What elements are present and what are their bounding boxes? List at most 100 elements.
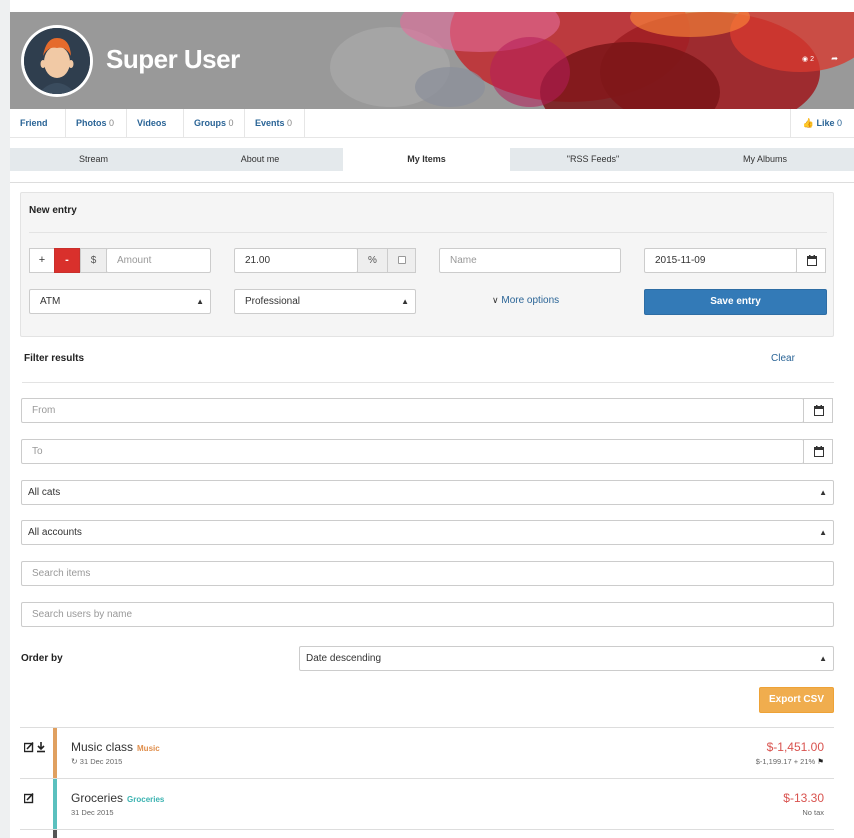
- order-select-value: Date descending: [306, 653, 382, 664]
- item-date: 31 Dec 2015: [71, 808, 114, 817]
- category-color-bar: [53, 728, 57, 779]
- to-date-input[interactable]: To: [21, 439, 804, 464]
- recurring-icon: ↻: [71, 757, 78, 766]
- select-arrows-icon: ▲: [196, 297, 204, 306]
- calendar-icon: [814, 446, 824, 457]
- like-label: Like: [816, 118, 835, 128]
- item-title[interactable]: Groceries Groceries: [71, 791, 164, 805]
- edit-icon[interactable]: [23, 792, 50, 804]
- order-by-label: Order by: [21, 653, 63, 664]
- category-color-bar: [53, 830, 57, 838]
- tab-my-albums[interactable]: My Albums: [676, 148, 854, 171]
- calendar-icon: [814, 405, 824, 416]
- item-amount: $-13.30: [783, 791, 824, 805]
- list-item[interactable]: [20, 829, 834, 838]
- thumbs-up-icon: 👍: [802, 118, 814, 128]
- tab-stream[interactable]: Stream: [10, 148, 177, 171]
- item-date: ↻ 31 Dec 2015: [71, 757, 122, 766]
- view-count: ◉ 2: [802, 55, 814, 63]
- item-amount: $-1,451.00: [766, 740, 824, 754]
- share-icon[interactable]: ➦: [831, 54, 838, 63]
- from-date-input[interactable]: From: [21, 398, 804, 423]
- stat-events[interactable]: Events 0: [245, 109, 305, 138]
- minus-button[interactable]: -: [54, 248, 80, 273]
- amount-input[interactable]: Amount: [106, 248, 211, 273]
- avatar[interactable]: [21, 25, 93, 97]
- edit-download-icons[interactable]: [23, 741, 50, 753]
- tab-rss-feeds[interactable]: "RSS Feeds": [510, 148, 676, 171]
- filter-title: Filter results: [24, 353, 85, 364]
- tax-checkbox[interactable]: [387, 248, 416, 273]
- new-entry-panel: New entry + - $ Amount 21.00 % Name 2015…: [20, 192, 834, 337]
- view-count-value: 2: [810, 56, 814, 63]
- accounts-select[interactable]: All accounts ▲: [21, 520, 834, 545]
- new-entry-title: New entry: [29, 205, 77, 216]
- item-title-text: Music class: [71, 740, 134, 754]
- name-input[interactable]: Name: [439, 248, 621, 273]
- stat-photos[interactable]: Photos 0: [66, 109, 127, 138]
- category-select[interactable]: Professional ▲: [234, 289, 416, 314]
- stat-friends[interactable]: Friend 1: [10, 109, 66, 157]
- to-date-picker-button[interactable]: [803, 439, 833, 464]
- more-options-link[interactable]: ∨ More options: [492, 295, 559, 306]
- stat-videos[interactable]: Videos 0: [127, 109, 184, 157]
- item-tax-text: $-1,199.17 + 21%: [755, 757, 816, 766]
- stat-label: Groups: [194, 118, 227, 128]
- select-arrows-icon: ▲: [819, 528, 827, 537]
- account-select[interactable]: ATM ▲: [29, 289, 211, 314]
- accounts-select-value: All accounts: [28, 527, 82, 538]
- like-button[interactable]: 👍 Like 0: [789, 109, 854, 138]
- stat-count: 0: [287, 118, 293, 128]
- more-options-label: More options: [501, 295, 560, 306]
- item-title[interactable]: Music class Music: [71, 740, 160, 754]
- chevron-down-icon: ∨: [492, 295, 499, 305]
- categories-select[interactable]: All cats ▲: [21, 480, 834, 505]
- item-tax-detail: No tax: [802, 808, 824, 817]
- tab-my-items[interactable]: My Items: [343, 148, 510, 171]
- profile-tabs: Stream About me My Items "RSS Feeds" My …: [10, 148, 854, 171]
- main-content: New entry + - $ Amount 21.00 % Name 2015…: [10, 182, 854, 838]
- checkbox-box[interactable]: [397, 256, 406, 265]
- search-users-input[interactable]: Search users by name: [21, 602, 834, 627]
- item-category: Music: [137, 744, 160, 753]
- select-arrows-icon: ▲: [401, 297, 409, 306]
- stat-count: 0: [109, 118, 115, 128]
- tax-input[interactable]: 21.00: [234, 248, 358, 273]
- date-picker-button[interactable]: [796, 248, 826, 273]
- divider: [29, 232, 827, 233]
- currency-addon: $: [80, 248, 107, 273]
- category-color-bar: [53, 779, 57, 830]
- clear-filter-link[interactable]: Clear: [771, 353, 795, 364]
- stat-label: Friend: [20, 118, 48, 128]
- divider: [22, 382, 834, 383]
- eye-icon: ◉: [802, 56, 809, 63]
- tab-about-me[interactable]: About me: [177, 148, 343, 171]
- stat-label: Events: [255, 118, 285, 128]
- like-count: 0: [836, 118, 842, 128]
- stat-groups[interactable]: Groups 0: [184, 109, 245, 138]
- account-select-value: ATM: [40, 296, 61, 307]
- item-title-text: Groceries: [71, 791, 124, 805]
- list-item[interactable]: Music class Music ↻ 31 Dec 2015 $-1,451.0…: [20, 727, 834, 779]
- cover-photo: Super User ◉ 2 ➦: [10, 12, 854, 109]
- date-input[interactable]: 2015-11-09: [644, 248, 797, 273]
- item-actions: [23, 792, 50, 804]
- export-csv-button[interactable]: Export CSV: [759, 687, 834, 713]
- order-select[interactable]: Date descending ▲: [299, 646, 834, 671]
- stats-bar: Friend 1 Photos 0 Videos 0 Groups 0 Even…: [10, 109, 854, 157]
- from-date-picker-button[interactable]: [803, 398, 833, 423]
- user-avatar-icon: [24, 28, 90, 94]
- list-item[interactable]: Groceries Groceries 31 Dec 2015 $-13.30 N…: [20, 778, 834, 830]
- select-arrows-icon: ▲: [819, 488, 827, 497]
- plus-button[interactable]: +: [29, 248, 55, 273]
- item-date-text: 31 Dec 2015: [79, 757, 123, 766]
- select-arrows-icon: ▲: [819, 654, 827, 663]
- search-items-input[interactable]: Search items: [21, 561, 834, 586]
- stat-label: Videos: [137, 118, 167, 128]
- save-entry-button[interactable]: Save entry: [644, 289, 827, 315]
- stat-count: 0: [228, 118, 234, 128]
- calendar-icon: [807, 255, 817, 266]
- stat-label: Photos: [76, 118, 107, 128]
- item-actions: [23, 741, 50, 753]
- tag-icon: ⚑: [817, 757, 824, 766]
